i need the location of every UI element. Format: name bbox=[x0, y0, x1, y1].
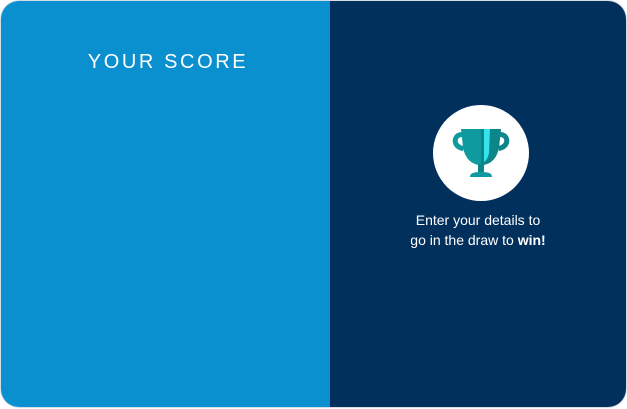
trophy-icon bbox=[452, 129, 510, 177]
score-heading: YOUR SCORE bbox=[87, 51, 249, 73]
trophy-badge bbox=[433, 105, 529, 201]
prize-message-prefix: go in the draw to bbox=[410, 232, 518, 248]
prize-panel: Enter your details to go in the draw to … bbox=[330, 1, 626, 407]
score-panel: YOUR SCORE bbox=[1, 1, 330, 407]
prize-message-line-1: Enter your details to bbox=[415, 212, 541, 228]
prize-message: Enter your details to go in the draw to … bbox=[330, 210, 626, 250]
prize-message-win: win! bbox=[517, 232, 546, 248]
prize-message-line-2: go in the draw to win! bbox=[330, 230, 626, 250]
score-card: YOUR SCORE Enter your details to go in t… bbox=[1, 1, 626, 407]
